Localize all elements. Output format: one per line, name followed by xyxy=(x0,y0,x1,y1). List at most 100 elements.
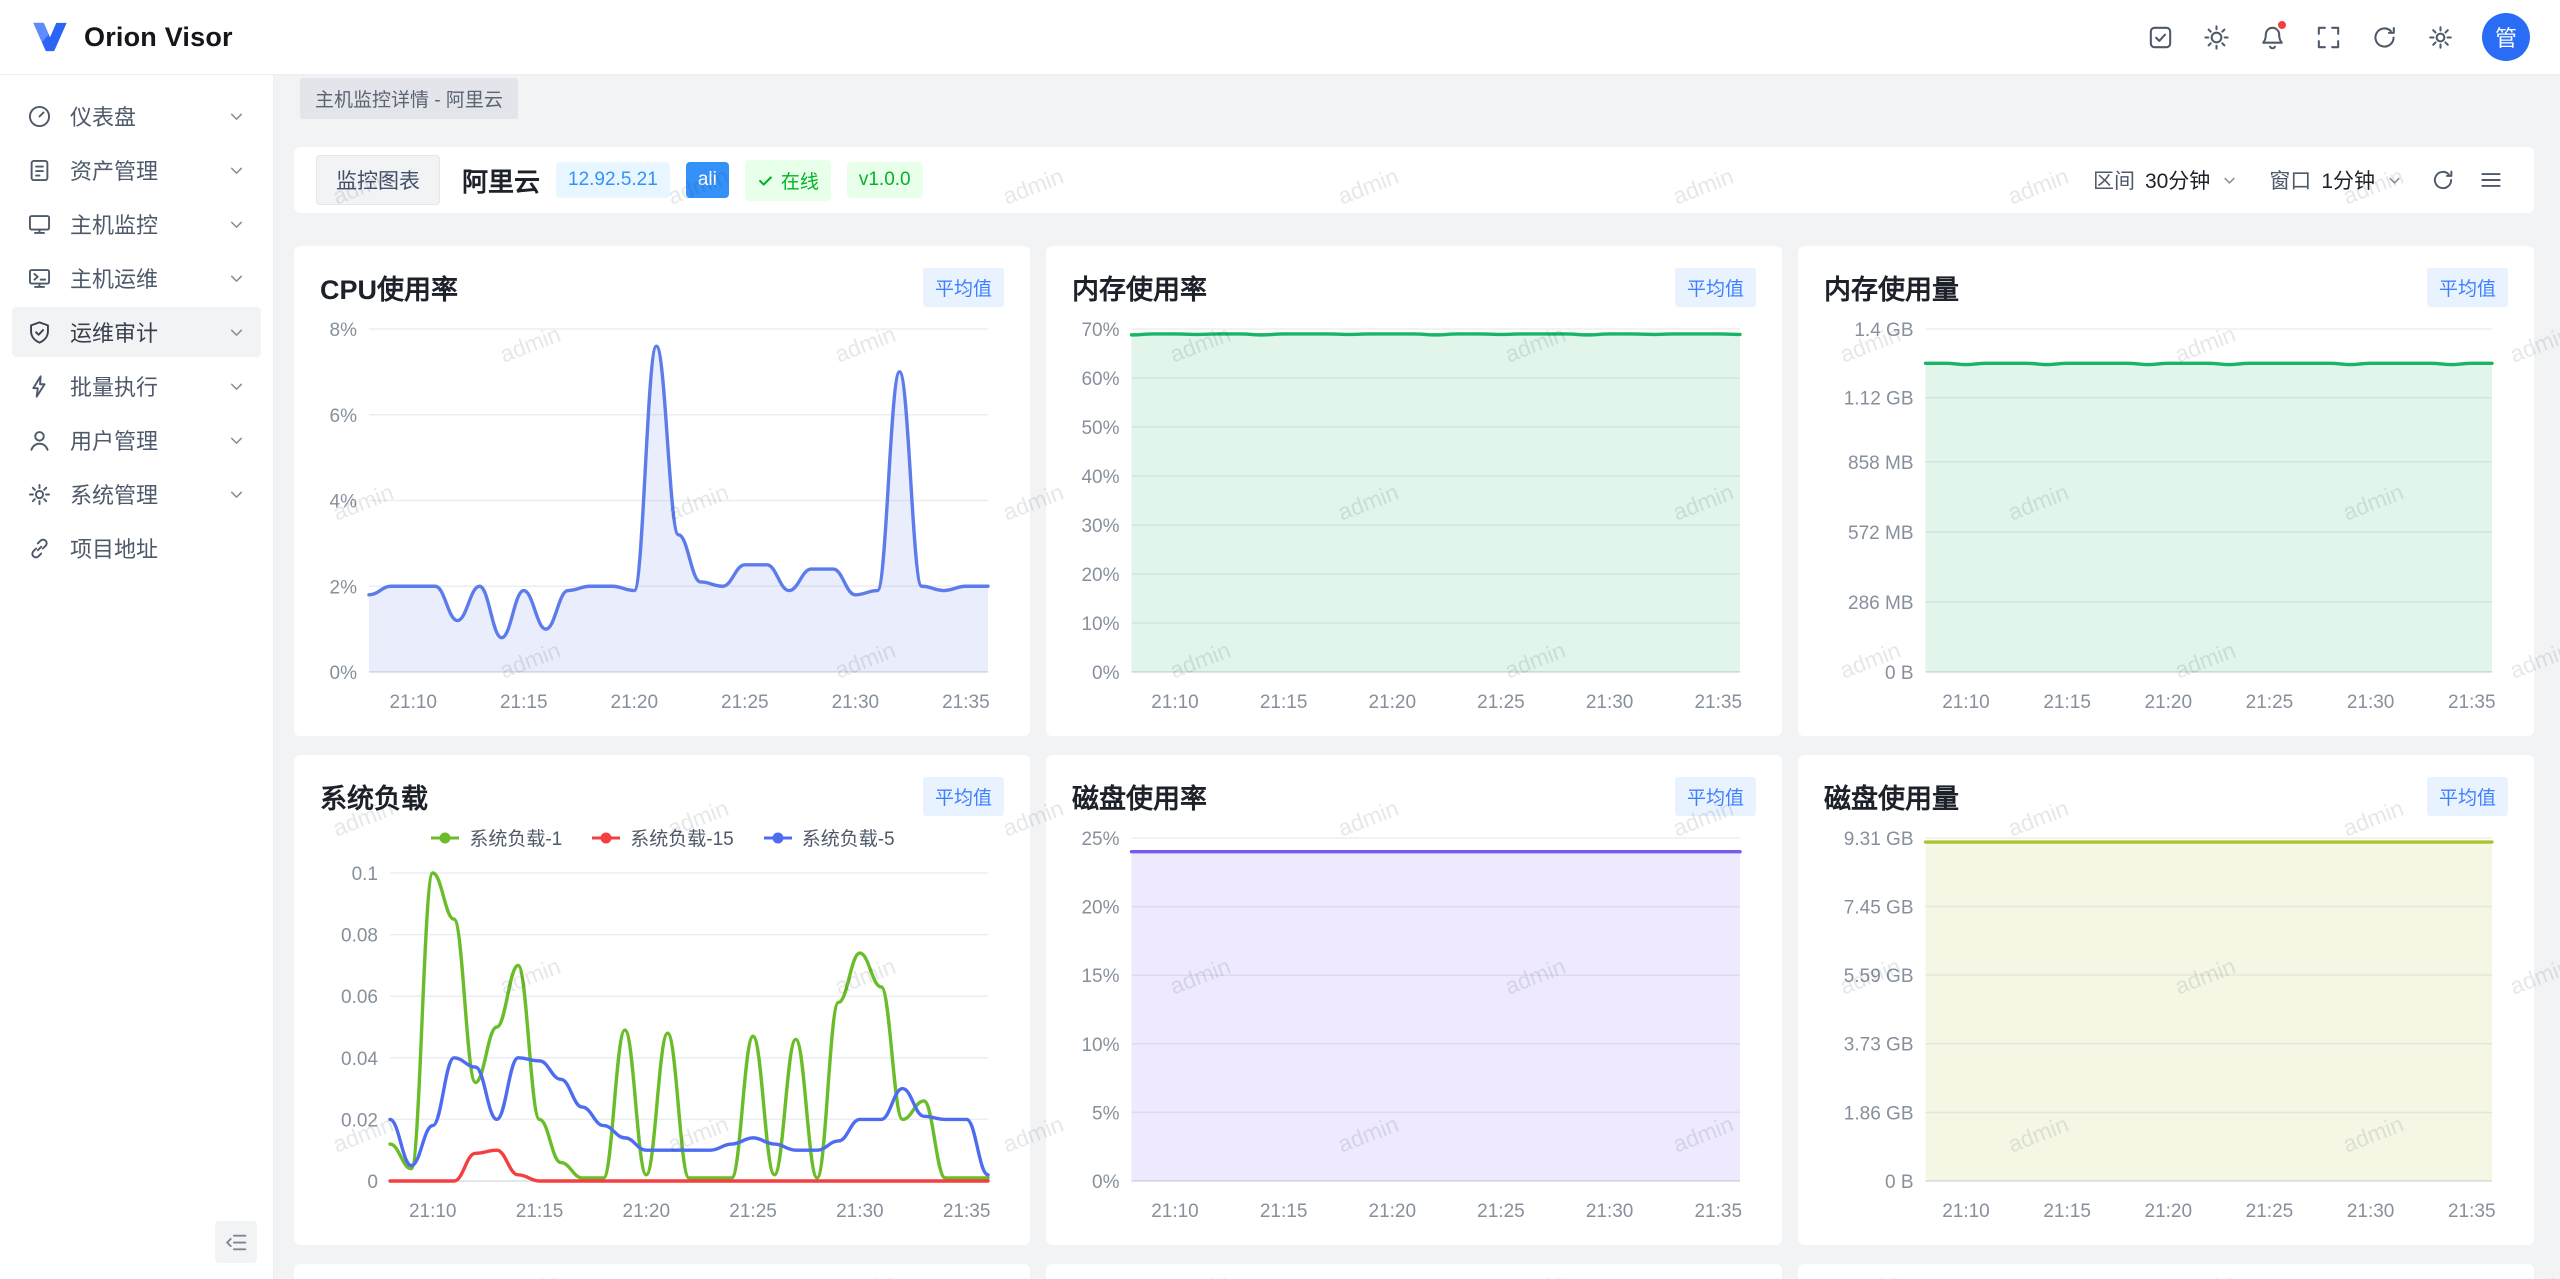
svg-text:21:20: 21:20 xyxy=(2145,692,2193,713)
interval-select[interactable]: 区间 30分钟 xyxy=(2081,157,2251,203)
refresh-icon xyxy=(2370,23,2399,52)
avg-value-tag: 平均值 xyxy=(923,268,1004,307)
chart-card-system-load: 系统负载 平均值 系统负载-1 系统负载-15 系统负载-5 00.020.04… xyxy=(294,755,1030,1245)
sidebar-item-assets[interactable]: 资产管理 xyxy=(12,145,261,195)
sidebar-item-batch-exec[interactable]: 批量执行 xyxy=(12,361,261,411)
svg-text:10%: 10% xyxy=(1081,1035,1119,1056)
legend-item-load-1[interactable]: 系统负载-1 xyxy=(429,824,562,851)
charts-refresh-button[interactable] xyxy=(2422,159,2464,201)
host-name: 阿里云 xyxy=(462,162,540,199)
chart-title: CPU使用率 xyxy=(320,268,458,307)
svg-text:21:25: 21:25 xyxy=(2246,692,2294,713)
svg-text:7.45 GB: 7.45 GB xyxy=(1844,898,1914,919)
svg-text:21:15: 21:15 xyxy=(1260,1201,1308,1222)
svg-text:0.02: 0.02 xyxy=(341,1110,378,1131)
refresh-icon xyxy=(2430,167,2456,193)
chart-legend: 系统负载-1 系统负载-15 系统负载-5 xyxy=(320,824,1004,851)
svg-text:20%: 20% xyxy=(1081,565,1119,586)
legend-item-load-5[interactable]: 系统负载-5 xyxy=(762,824,895,851)
gear-icon xyxy=(26,481,53,508)
svg-text:0.04: 0.04 xyxy=(341,1049,378,1070)
svg-text:25%: 25% xyxy=(1081,829,1119,850)
user-avatar[interactable]: 管 xyxy=(2482,13,2530,61)
svg-text:0 B: 0 B xyxy=(1885,1172,1914,1193)
chart-card-partial xyxy=(294,1264,1030,1279)
svg-text:21:30: 21:30 xyxy=(1586,692,1634,713)
svg-text:21:25: 21:25 xyxy=(1477,1201,1525,1222)
sidebar-item-host-ops[interactable]: 主机运维 xyxy=(12,253,261,303)
svg-text:0.06: 0.06 xyxy=(341,987,378,1008)
check-square-button[interactable] xyxy=(2136,13,2184,61)
svg-text:60%: 60% xyxy=(1081,369,1119,390)
svg-text:0.08: 0.08 xyxy=(341,926,378,947)
svg-text:21:25: 21:25 xyxy=(2246,1201,2294,1222)
sidebar-item-dashboard[interactable]: 仪表盘 xyxy=(12,91,261,141)
svg-text:10%: 10% xyxy=(1081,614,1119,635)
svg-text:1.12 GB: 1.12 GB xyxy=(1844,389,1914,410)
svg-text:21:15: 21:15 xyxy=(500,692,548,713)
window-select[interactable]: 窗口 1分钟 xyxy=(2257,157,2416,203)
sidebar-item-ops-audit[interactable]: 运维审计 xyxy=(12,307,261,357)
sidebar-item-user-management[interactable]: 用户管理 xyxy=(12,415,261,465)
avg-value-tag: 平均值 xyxy=(1675,777,1756,816)
svg-text:21:10: 21:10 xyxy=(1942,1201,1990,1222)
chart-card-partial xyxy=(1046,1264,1782,1279)
svg-text:21:35: 21:35 xyxy=(2448,1201,2496,1222)
app-logo: Orion Visor xyxy=(30,17,233,57)
collapse-sidebar-button[interactable] xyxy=(215,1221,257,1263)
svg-text:286 MB: 286 MB xyxy=(1848,593,1913,614)
svg-text:21:25: 21:25 xyxy=(729,1201,777,1222)
svg-text:21:15: 21:15 xyxy=(1260,692,1308,713)
cpu-usage-chart: 0%2%4%6%8%21:1021:1521:2021:2521:3021:35 xyxy=(320,311,1004,720)
gear-icon xyxy=(2426,23,2455,52)
chevron-down-icon xyxy=(226,214,247,235)
theme-button[interactable] xyxy=(2192,13,2240,61)
notifications-button[interactable] xyxy=(2248,13,2296,61)
legend-marker xyxy=(429,831,461,845)
breadcrumb: 主机监控详情 - 阿里云 xyxy=(274,75,2560,121)
chart-card-partial xyxy=(1798,1264,2534,1279)
gauge-icon xyxy=(26,103,53,130)
terminal-icon xyxy=(26,265,53,292)
svg-text:21:10: 21:10 xyxy=(1942,692,1990,713)
svg-text:21:15: 21:15 xyxy=(2043,1201,2091,1222)
svg-text:0: 0 xyxy=(367,1172,378,1193)
fullscreen-button[interactable] xyxy=(2304,13,2352,61)
menu-fold-icon xyxy=(224,1230,249,1255)
settings-button[interactable] xyxy=(2416,13,2464,61)
svg-text:0%: 0% xyxy=(1092,663,1120,684)
avg-value-tag: 平均值 xyxy=(2427,777,2508,816)
svg-text:0%: 0% xyxy=(330,663,358,684)
header-actions: 管 xyxy=(2136,13,2530,61)
svg-text:6%: 6% xyxy=(330,406,358,427)
svg-text:21:35: 21:35 xyxy=(942,692,990,713)
svg-text:30%: 30% xyxy=(1081,516,1119,537)
chevron-down-icon xyxy=(226,484,247,505)
svg-text:21:35: 21:35 xyxy=(1694,692,1742,713)
chart-title: 磁盘使用率 xyxy=(1072,777,1207,816)
user-icon xyxy=(26,427,53,454)
sidebar-item-system-management[interactable]: 系统管理 xyxy=(12,469,261,519)
breadcrumb-item[interactable]: 主机监控详情 - 阿里云 xyxy=(300,78,518,119)
svg-text:21:25: 21:25 xyxy=(721,692,769,713)
chart-layout-button[interactable] xyxy=(2470,159,2512,201)
disk-usage-amount-chart: 0 B1.86 GB3.73 GB5.59 GB7.45 GB9.31 GB21… xyxy=(1824,820,2508,1229)
chart-grid: CPU使用率 平均值 0%2%4%6%8%21:1021:1521:2021:2… xyxy=(294,246,2534,1245)
svg-text:9.31 GB: 9.31 GB xyxy=(1844,829,1914,850)
svg-text:21:15: 21:15 xyxy=(2043,692,2091,713)
chart-card-disk-usage-percent: 磁盘使用率 平均值 0%5%10%15%20%25%21:1021:1521:2… xyxy=(1046,755,1782,1245)
refresh-button[interactable] xyxy=(2360,13,2408,61)
legend-marker xyxy=(590,831,622,845)
chevron-down-icon xyxy=(226,376,247,397)
svg-text:0 B: 0 B xyxy=(1885,663,1914,684)
chart-title: 磁盘使用量 xyxy=(1824,777,1959,816)
svg-text:8%: 8% xyxy=(330,320,358,341)
system-load-chart: 00.020.040.060.080.121:1021:1521:2021:25… xyxy=(320,855,1004,1229)
monitor-chart-tab[interactable]: 监控图表 xyxy=(316,155,440,205)
host-ip-tag: 12.92.5.21 xyxy=(556,162,670,198)
sidebar-item-host-monitoring[interactable]: 主机监控 xyxy=(12,199,261,249)
svg-text:2%: 2% xyxy=(330,577,358,598)
sidebar-item-project-link[interactable]: 项目地址 xyxy=(12,523,261,573)
chart-controls: 区间 30分钟 窗口 1分钟 xyxy=(2081,157,2512,203)
legend-item-load-15[interactable]: 系统负载-15 xyxy=(590,824,733,851)
